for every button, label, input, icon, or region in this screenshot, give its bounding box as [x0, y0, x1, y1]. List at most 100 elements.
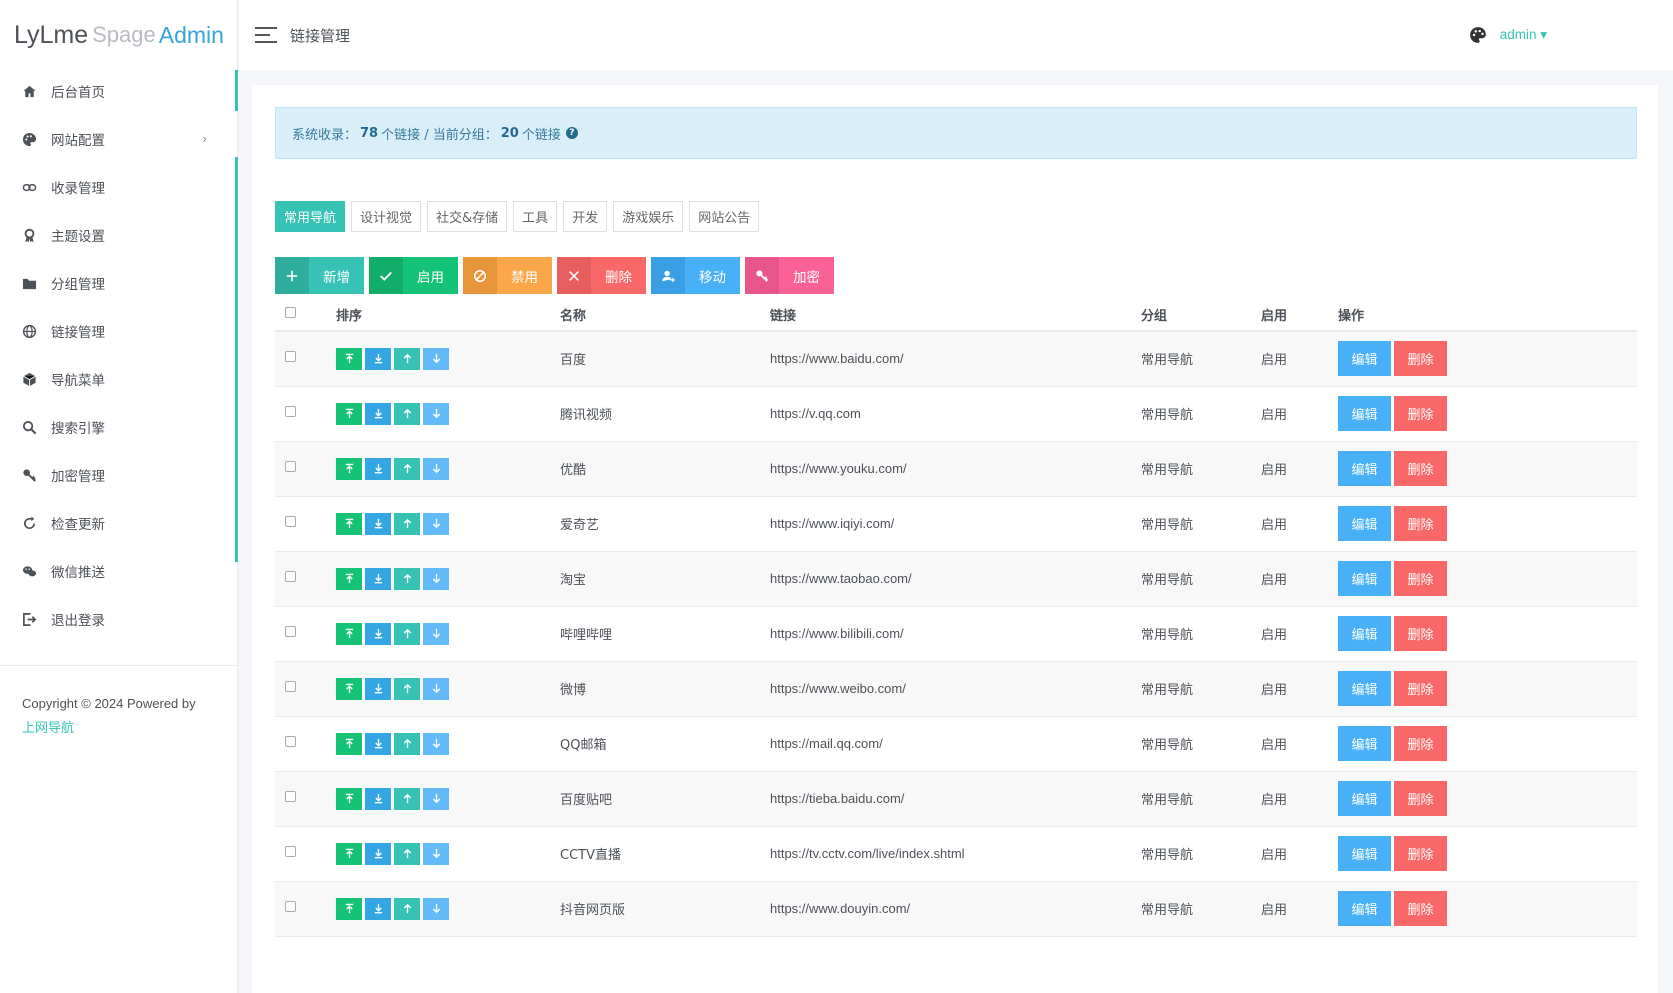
logo[interactable]: LyLme Spage Admin [0, 0, 237, 70]
move-up-icon[interactable] [394, 787, 420, 810]
sidebar-item-0[interactable]: 后台首页 [0, 67, 237, 115]
help-icon[interactable]: ? [565, 127, 578, 139]
row-checkbox[interactable] [285, 901, 296, 912]
move-top-icon[interactable] [336, 842, 362, 865]
edit-button[interactable]: 编辑 [1338, 561, 1391, 596]
move-up-icon[interactable] [394, 457, 420, 480]
move-bottom-icon[interactable] [365, 842, 391, 865]
sidebar-item-4[interactable]: 分组管理 [0, 259, 237, 307]
move-bottom-icon[interactable] [365, 402, 391, 425]
toolbar-button-0[interactable]: 新增 [275, 257, 364, 294]
edit-button[interactable]: 编辑 [1338, 726, 1391, 761]
delete-button[interactable]: 删除 [1394, 506, 1447, 541]
toolbar-button-1[interactable]: 启用 [369, 257, 458, 294]
row-checkbox[interactable] [285, 461, 296, 472]
delete-button[interactable]: 删除 [1394, 836, 1447, 871]
palette-icon[interactable] [1469, 26, 1487, 44]
copyright-link[interactable]: 上网导航 [22, 716, 215, 740]
move-down-icon[interactable] [423, 897, 449, 920]
edit-button[interactable]: 编辑 [1338, 396, 1391, 431]
toolbar-button-5[interactable]: 加密 [745, 257, 834, 294]
edit-button[interactable]: 编辑 [1338, 781, 1391, 816]
move-top-icon[interactable] [336, 512, 362, 535]
row-checkbox[interactable] [285, 571, 296, 582]
move-down-icon[interactable] [423, 402, 449, 425]
move-up-icon[interactable] [394, 732, 420, 755]
delete-button[interactable]: 删除 [1394, 671, 1447, 706]
move-up-icon[interactable] [394, 622, 420, 645]
tab-0[interactable]: 常用导航 [275, 201, 346, 232]
delete-button[interactable]: 删除 [1394, 341, 1447, 377]
delete-button[interactable]: 删除 [1394, 561, 1447, 596]
move-up-icon[interactable] [394, 402, 420, 425]
sidebar-item-11[interactable]: 退出登录 [0, 595, 237, 643]
move-down-icon[interactable] [423, 567, 449, 590]
tab-5[interactable]: 游戏娱乐 [613, 201, 684, 232]
move-top-icon[interactable] [336, 347, 362, 370]
move-bottom-icon[interactable] [365, 622, 391, 645]
menu-toggle-icon[interactable] [255, 27, 277, 43]
move-top-icon[interactable] [336, 402, 362, 425]
edit-button[interactable]: 编辑 [1338, 616, 1391, 651]
delete-button[interactable]: 删除 [1394, 616, 1447, 651]
move-bottom-icon[interactable] [365, 457, 391, 480]
move-top-icon[interactable] [336, 732, 362, 755]
edit-button[interactable]: 编辑 [1338, 341, 1391, 377]
sidebar-item-1[interactable]: 网站配置 › [0, 115, 237, 163]
move-bottom-icon[interactable] [365, 347, 391, 370]
move-up-icon[interactable] [394, 897, 420, 920]
move-top-icon[interactable] [336, 567, 362, 590]
move-down-icon[interactable] [423, 677, 449, 700]
tab-6[interactable]: 网站公告 [689, 201, 760, 232]
delete-button[interactable]: 删除 [1394, 891, 1447, 926]
row-checkbox[interactable] [285, 736, 296, 747]
delete-button[interactable]: 删除 [1394, 396, 1447, 431]
move-top-icon[interactable] [336, 897, 362, 920]
delete-button[interactable]: 删除 [1394, 781, 1447, 816]
sidebar-item-8[interactable]: 加密管理 [0, 451, 237, 499]
toolbar-button-2[interactable]: 禁用 [463, 257, 552, 294]
row-checkbox[interactable] [285, 626, 296, 637]
toolbar-button-3[interactable]: 删除 [557, 257, 646, 294]
edit-button[interactable]: 编辑 [1338, 671, 1391, 706]
move-down-icon[interactable] [423, 732, 449, 755]
tab-4[interactable]: 开发 [563, 201, 608, 232]
row-checkbox[interactable] [285, 406, 296, 417]
move-top-icon[interactable] [336, 677, 362, 700]
delete-button[interactable]: 删除 [1394, 451, 1447, 486]
edit-button[interactable]: 编辑 [1338, 836, 1391, 871]
tab-2[interactable]: 社交&存储 [427, 201, 508, 232]
edit-button[interactable]: 编辑 [1338, 891, 1391, 926]
move-down-icon[interactable] [423, 787, 449, 810]
move-down-icon[interactable] [423, 622, 449, 645]
move-bottom-icon[interactable] [365, 677, 391, 700]
move-down-icon[interactable] [423, 347, 449, 370]
tab-3[interactable]: 工具 [513, 201, 558, 232]
sidebar-item-10[interactable]: 微信推送 [0, 547, 237, 595]
edit-button[interactable]: 编辑 [1338, 506, 1391, 541]
sidebar-item-7[interactable]: 搜索引擎 [0, 403, 237, 451]
sidebar-item-9[interactable]: 检查更新 [0, 499, 237, 547]
move-bottom-icon[interactable] [365, 732, 391, 755]
move-top-icon[interactable] [336, 622, 362, 645]
move-down-icon[interactable] [423, 457, 449, 480]
sidebar-item-6[interactable]: 导航菜单 [0, 355, 237, 403]
toolbar-button-4[interactable]: 移动 [651, 257, 740, 294]
sidebar-item-2[interactable]: 收录管理 [0, 163, 237, 211]
move-up-icon[interactable] [394, 512, 420, 535]
move-top-icon[interactable] [336, 457, 362, 480]
select-all-checkbox[interactable] [285, 307, 296, 318]
move-up-icon[interactable] [394, 567, 420, 590]
user-menu[interactable]: admin ▾ [1500, 27, 1547, 43]
move-down-icon[interactable] [423, 512, 449, 535]
row-checkbox[interactable] [285, 516, 296, 527]
row-checkbox[interactable] [285, 791, 296, 802]
move-down-icon[interactable] [423, 842, 449, 865]
row-checkbox[interactable] [285, 681, 296, 692]
move-up-icon[interactable] [394, 677, 420, 700]
move-top-icon[interactable] [336, 787, 362, 810]
edit-button[interactable]: 编辑 [1338, 451, 1391, 486]
move-bottom-icon[interactable] [365, 787, 391, 810]
move-bottom-icon[interactable] [365, 512, 391, 535]
delete-button[interactable]: 删除 [1394, 726, 1447, 761]
